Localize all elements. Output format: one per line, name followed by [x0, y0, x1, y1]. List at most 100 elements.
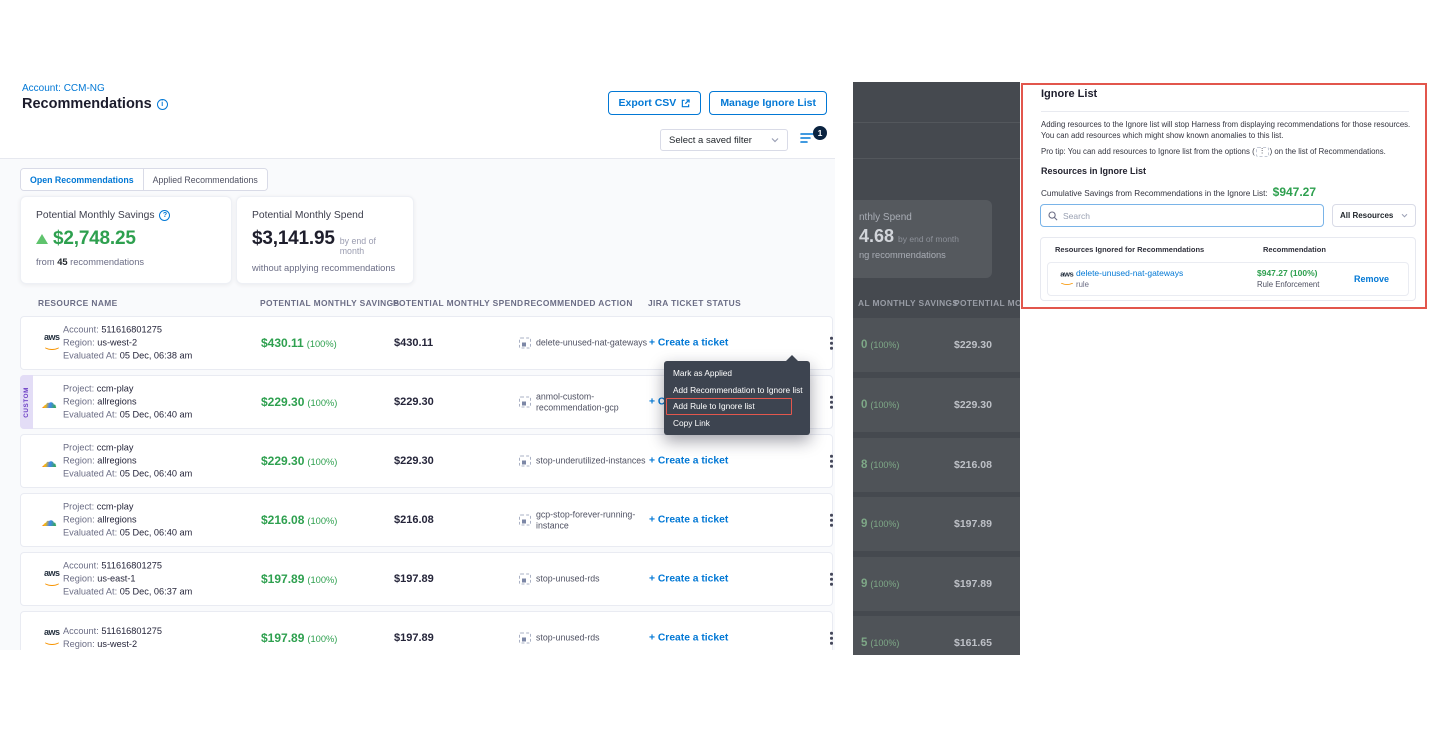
create-ticket-link[interactable]: + Create a ticket: [649, 456, 728, 467]
gcp-icon: [41, 513, 63, 527]
dimmed-divider: [853, 122, 1020, 123]
create-ticket-link[interactable]: + Create a ticket: [649, 338, 728, 349]
column-header-resources-ignored: Resources Ignored for Recommendations: [1055, 245, 1204, 254]
chevron-down-icon: [771, 137, 779, 143]
table-row[interactable]: Account: 511616801275 Region: us-east-1 …: [20, 552, 833, 606]
ignore-list-protip: Pro tip: You can add resources to Ignore…: [1041, 147, 1386, 157]
aws-icon: [41, 572, 63, 586]
row-savings: $229.30(100%): [261, 454, 337, 468]
ignore-list-panel: Ignore List Adding resources to the Igno…: [1020, 80, 1440, 330]
column-header-recommendation: Recommendation: [1263, 245, 1326, 254]
menu-item-add-recommendation-to-ignore-list[interactable]: Add Recommendation to Ignore list: [664, 382, 810, 399]
recommendation-rule-icon: [519, 397, 531, 408]
kebab-menu-icon[interactable]: [827, 629, 835, 648]
dimmed-table-row: 0(100%) $229.30: [853, 378, 1020, 432]
column-header-action: RECOMMENDED ACTION: [524, 298, 633, 308]
kebab-menu-icon[interactable]: [827, 511, 835, 530]
manage-ignore-list-button[interactable]: Manage Ignore List: [709, 91, 827, 115]
saved-filter-select[interactable]: Select a saved filter: [660, 129, 788, 151]
kebab-menu-icon[interactable]: [827, 334, 835, 353]
gcp-icon: [41, 395, 63, 409]
custom-tag: CUSTOM: [20, 375, 33, 429]
spend-card-note: without applying recommendations: [252, 263, 398, 273]
ignored-row-savings: $947.27 (100%): [1257, 268, 1318, 278]
kebab-menu-icon[interactable]: [827, 393, 835, 412]
cumulative-savings: Cumulative Savings from Recommendations …: [1041, 185, 1316, 199]
filter-icon[interactable]: 1: [800, 131, 820, 149]
dimmed-spend-card: nthly Spend 4.68by end of month ng recom…: [853, 200, 992, 278]
spend-card-label: Potential Monthly Spend: [252, 210, 364, 221]
menu-item-add-rule-to-ignore-list[interactable]: Add Rule to Ignore list: [664, 398, 810, 415]
column-header-resource: RESOURCE NAME: [38, 298, 118, 308]
resource-details: Account: 511616801275 Region: us-west-2: [63, 625, 162, 650]
row-spend: $197.89: [394, 573, 434, 585]
row-savings: $197.89(100%): [261, 631, 337, 645]
row-savings: $216.08(100%): [261, 513, 337, 527]
info-icon[interactable]: i: [157, 99, 168, 110]
resources-in-ignore-list-title: Resources in Ignore List: [1041, 166, 1146, 176]
create-ticket-link[interactable]: + Create a ticket: [649, 515, 728, 526]
dimmed-recommendations-page: nthly Spend 4.68by end of month ng recom…: [853, 82, 1020, 655]
ignored-resource-link[interactable]: delete-unused-nat-gateways: [1076, 268, 1183, 278]
cumulative-savings-amount: $947.27: [1273, 185, 1316, 199]
recommendation-rule-icon: [519, 515, 531, 526]
spend-amount-suffix: by end of month: [340, 236, 398, 256]
kebab-menu-icon[interactable]: [827, 570, 835, 589]
chevron-down-icon: [1401, 213, 1408, 218]
column-header-jira: JIRA TICKET STATUS: [648, 298, 741, 308]
remove-button[interactable]: Remove: [1354, 274, 1389, 284]
resource-filter-value: All Resources: [1340, 211, 1393, 220]
kebab-menu-icon[interactable]: [827, 452, 835, 471]
menu-item-mark-as-applied[interactable]: Mark as Applied: [664, 365, 810, 382]
dimmed-table-row: 9(100%) $197.89: [853, 557, 1020, 611]
column-header-spend: POTENTIAL MONTHLY SPEND: [393, 298, 524, 308]
table-row[interactable]: Project: ccm-play Region: allregions Eva…: [20, 493, 833, 547]
row-recommended-action: stop-underutilized-instances: [519, 456, 647, 467]
row-savings: $430.11(100%): [261, 336, 337, 350]
ignore-list-title: Ignore List: [1041, 88, 1097, 100]
row-spend: $197.89: [394, 632, 434, 644]
export-csv-button[interactable]: Export CSV: [608, 91, 702, 115]
table-row[interactable]: Project: ccm-play Region: allregions Eva…: [20, 434, 833, 488]
dimmed-table-row: 9(100%) $197.89: [853, 497, 1020, 551]
row-recommended-action: delete-unused-nat-gateways: [519, 338, 647, 349]
ignored-row-type: Rule Enforcement: [1257, 280, 1319, 289]
resource-filter-select[interactable]: All Resources: [1332, 204, 1416, 227]
saved-filter-value: Select a saved filter: [669, 135, 752, 146]
recommendation-rule-icon: [519, 338, 531, 349]
resource-details: Account: 511616801275 Region: us-west-2 …: [63, 324, 192, 363]
savings-leaf-icon: [36, 234, 48, 244]
question-icon[interactable]: ?: [159, 210, 170, 221]
row-spend: $430.11: [394, 337, 433, 349]
export-csv-label: Export CSV: [619, 97, 677, 109]
row-spend: $216.08: [394, 514, 434, 526]
filter-count-badge: 1: [813, 126, 827, 140]
resource-details: Project: ccm-play Region: allregions Eva…: [63, 383, 192, 422]
ignored-resource-sub: rule: [1076, 280, 1089, 289]
recommendations-tabs: Open Recommendations Applied Recommendat…: [20, 168, 268, 191]
spend-amount: $3,141.95: [252, 228, 335, 250]
column-header-savings: POTENTIAL MONTHLY SAVINGS: [260, 298, 400, 308]
create-ticket-link[interactable]: + Create a ticket: [649, 633, 728, 644]
menu-item-copy-link[interactable]: Copy Link: [664, 415, 810, 432]
ignore-list-search[interactable]: [1040, 204, 1324, 227]
tab-open-recommendations[interactable]: Open Recommendations: [21, 169, 143, 190]
breadcrumb[interactable]: Account: CCM-NG: [22, 83, 105, 94]
aws-icon: [1058, 273, 1077, 285]
panel-divider: [1041, 111, 1409, 112]
aws-icon: [41, 336, 63, 350]
dimmed-table-row: 8(100%) $216.08: [853, 438, 1020, 492]
search-input[interactable]: [1063, 211, 1316, 221]
tab-applied-recommendations[interactable]: Applied Recommendations: [143, 169, 267, 190]
resource-details: Account: 511616801275 Region: us-east-1 …: [63, 560, 192, 599]
search-icon: [1048, 211, 1058, 221]
table-row[interactable]: Account: 511616801275 Region: us-west-2 …: [20, 611, 833, 650]
dimmed-divider: [853, 158, 1020, 159]
page-title: Recommendations: [22, 96, 152, 112]
dimmed-column-header: AL MONTHLY SAVINGS: [858, 298, 958, 308]
gcp-icon: [41, 454, 63, 468]
kebab-menu-icon: ⋮: [1256, 147, 1269, 157]
create-ticket-link[interactable]: + Create a ticket: [649, 574, 728, 585]
row-recommended-action: gcp-stop-forever-running-instance: [519, 510, 647, 531]
recommendation-rule-icon: [519, 574, 531, 585]
